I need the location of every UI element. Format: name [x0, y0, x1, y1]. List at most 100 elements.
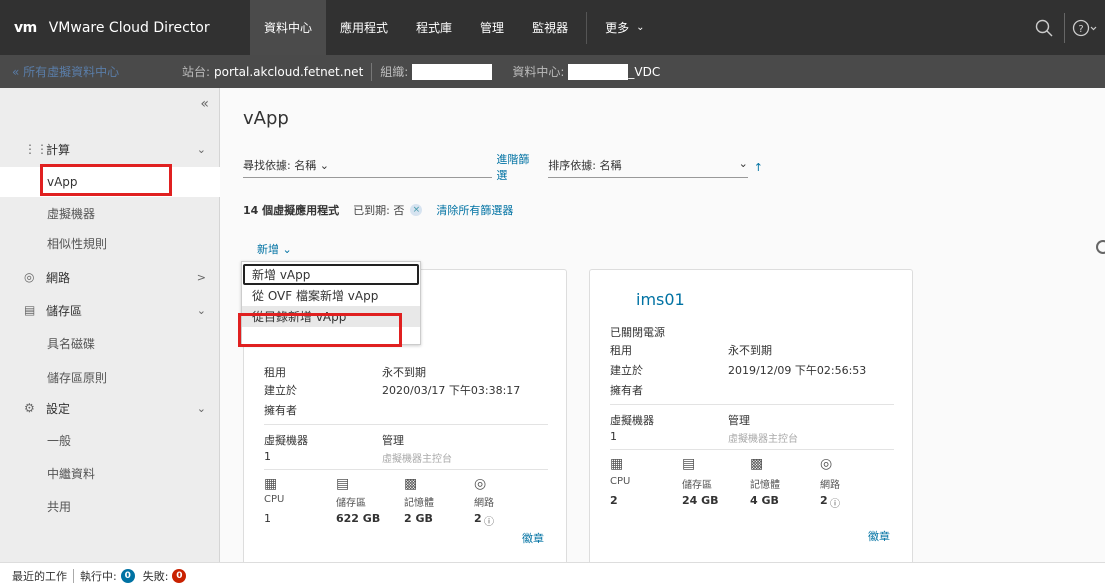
created-label: 建立於 [264, 384, 297, 397]
owner-label: 擁有者 [610, 384, 643, 397]
site-label: 站台: [182, 65, 211, 79]
sort-by-label: 排序依據: 名稱 [548, 158, 622, 172]
help-icon[interactable]: ? [1065, 0, 1105, 55]
nav-administration[interactable]: 管理 [466, 0, 518, 55]
compute-label: 計算 [46, 142, 71, 157]
storage-value: 622 GB [336, 512, 381, 525]
running-count[interactable]: 0 [120, 568, 135, 583]
sidebar-section-network[interactable]: ◎ 網路 > [0, 262, 220, 292]
gear-icon: ⚙ [24, 401, 35, 415]
badges-link[interactable]: 徽章 [522, 530, 544, 546]
info-icon[interactable]: ⓘ [484, 513, 494, 528]
chevron-down-icon: ⌄ [738, 156, 748, 170]
vmware-logo: vm [14, 19, 37, 36]
manage-link[interactable]: 管理 [728, 412, 750, 428]
memory-icon: ▩ [750, 456, 764, 472]
vm-console-link[interactable]: 虛擬機器主控台 [382, 450, 452, 465]
settings-label: 設定 [46, 401, 71, 416]
status-bar: 最近的工作 執行中: 0 失敗: 0 [0, 562, 1105, 588]
brand[interactable]: vm VMware Cloud Director [0, 0, 250, 55]
chevron-down-icon: ⌄ [196, 303, 206, 317]
result-summary: 14 個虛擬應用程式 已到期: 否 × 清除所有篩選器 [243, 202, 513, 218]
collapse-sidebar-icon[interactable]: « [200, 96, 209, 112]
vapp-card[interactable]: ims01 已關閉電源 租用 永不到期 建立於 2019/12/09 下午02:… [589, 269, 913, 569]
network-icon: ◎ [24, 270, 35, 284]
sort-by-select[interactable]: 排序依據: 名稱 ⌄ [548, 157, 748, 178]
nav-libraries[interactable]: 程式庫 [402, 0, 466, 55]
cpu-label: CPU [264, 494, 285, 505]
lease-value: 永不到期 [728, 344, 772, 357]
chevron-down-icon: ⌄ [282, 243, 292, 256]
sidebar-item-affinity-rules[interactable]: 相似性規則 [0, 228, 220, 258]
sidebar-section-settings[interactable]: ⚙ 設定 ⌄ [0, 393, 220, 423]
network-label: 網路 [820, 480, 840, 491]
storage-value: 24 GB [682, 494, 719, 507]
storage-label: 儲存區 [682, 480, 712, 491]
sort-ascending-icon[interactable]: ↑ [754, 161, 763, 174]
sidebar-section-storage[interactable]: ▤ 儲存區 ⌄ [0, 295, 220, 325]
sidebar-item-named-disks[interactable]: 具名磁碟 [0, 328, 220, 358]
storage-icon: ▤ [682, 456, 696, 472]
storage-icon: ▤ [24, 303, 36, 317]
nav-datacenters[interactable]: 資料中心 [250, 0, 327, 55]
vm-console-link[interactable]: 虛擬機器主控台 [728, 430, 798, 445]
vm-count: 1 [264, 450, 271, 463]
recent-tasks-link[interactable]: 最近的工作 [12, 568, 67, 584]
chevron-down-icon: ⌄ [196, 142, 206, 156]
expired-chip-label: 已到期: 否 [353, 204, 405, 217]
org-label: 組織: [380, 65, 409, 79]
vapp-title[interactable]: ims01 [636, 290, 685, 309]
created-value: 2020/03/17 下午03:38:17 [382, 384, 521, 397]
memory-label: 記憶體 [404, 498, 434, 509]
lease-label: 租用 [610, 344, 632, 357]
remove-filter-icon[interactable]: × [410, 204, 423, 216]
cpu-value: 1 [264, 512, 271, 525]
menu-item-new-vapp-from-ovf[interactable]: 從 OVF 檔案新增 vApp [242, 285, 420, 306]
storage-label: 儲存區 [336, 498, 366, 509]
nav-monitor[interactable]: 監視器 [518, 0, 582, 55]
failed-label: 失敗: [142, 569, 169, 583]
menu-item-new-vapp[interactable]: 新增 vApp [242, 264, 420, 285]
cpu-icon: ▦ [610, 456, 624, 472]
status-divider [73, 568, 74, 583]
advanced-filter-link[interactable]: 進階篩選 [496, 151, 540, 183]
new-button[interactable]: 新增 ⌄ [257, 241, 292, 257]
clear-filters-link[interactable]: 清除所有篩選器 [436, 202, 513, 218]
sidebar-item-sharing[interactable]: 共用 [0, 491, 220, 521]
power-status: 已關閉電源 [610, 326, 665, 339]
redacted-datacenter [568, 63, 629, 80]
sidebar-item-general[interactable]: 一般 [0, 425, 220, 455]
search-by-select[interactable]: 尋找依據: 名稱 ⌄ [243, 157, 493, 178]
badges-link[interactable]: 徽章 [868, 528, 890, 544]
lease-label: 租用 [264, 366, 286, 379]
redacted-org [412, 63, 493, 80]
storage-label: 儲存區 [46, 303, 83, 318]
vm-count: 1 [610, 430, 617, 443]
failed-count[interactable]: 0 [172, 568, 187, 583]
grid-icon: ⋮⋮ [24, 142, 48, 156]
back-to-vdcs-link[interactable]: « 所有虛擬資料中心 [12, 63, 182, 80]
sidebar-section-compute[interactable]: ⋮⋮ 計算 ⌄ [0, 134, 220, 164]
network-icon: ◎ [820, 456, 833, 472]
search-icon[interactable] [1024, 0, 1064, 55]
card-divider [264, 424, 548, 425]
sidebar-item-vms[interactable]: 虛擬機器 [0, 198, 220, 228]
cpu-value: 2 [610, 494, 618, 507]
nav-more[interactable]: 更多 ⌄ [591, 0, 658, 55]
manage-link[interactable]: 管理 [382, 432, 404, 448]
memory-value: 4 GB [750, 494, 779, 507]
vapp-count: 14 個虛擬應用程式 [243, 204, 340, 217]
network-label: 網路 [46, 270, 71, 285]
refresh-icon[interactable] [1096, 240, 1105, 254]
info-icon[interactable]: ⓘ [830, 495, 840, 510]
context-divider [371, 62, 373, 81]
nav-divider [586, 11, 588, 44]
sidebar-item-metadata[interactable]: 中繼資料 [0, 458, 220, 488]
page-title: vApp [243, 108, 289, 129]
highlight-vapp-box [40, 164, 172, 196]
datacenter-suffix: _VDC [628, 64, 661, 79]
context-bar: « 所有虛擬資料中心 站台: portal.akcloud.fetnet.net… [0, 55, 1105, 88]
memory-value: 2 GB [404, 512, 433, 525]
nav-applications[interactable]: 應用程式 [326, 0, 402, 55]
sidebar-item-storage-policies[interactable]: 儲存區原則 [0, 362, 220, 392]
